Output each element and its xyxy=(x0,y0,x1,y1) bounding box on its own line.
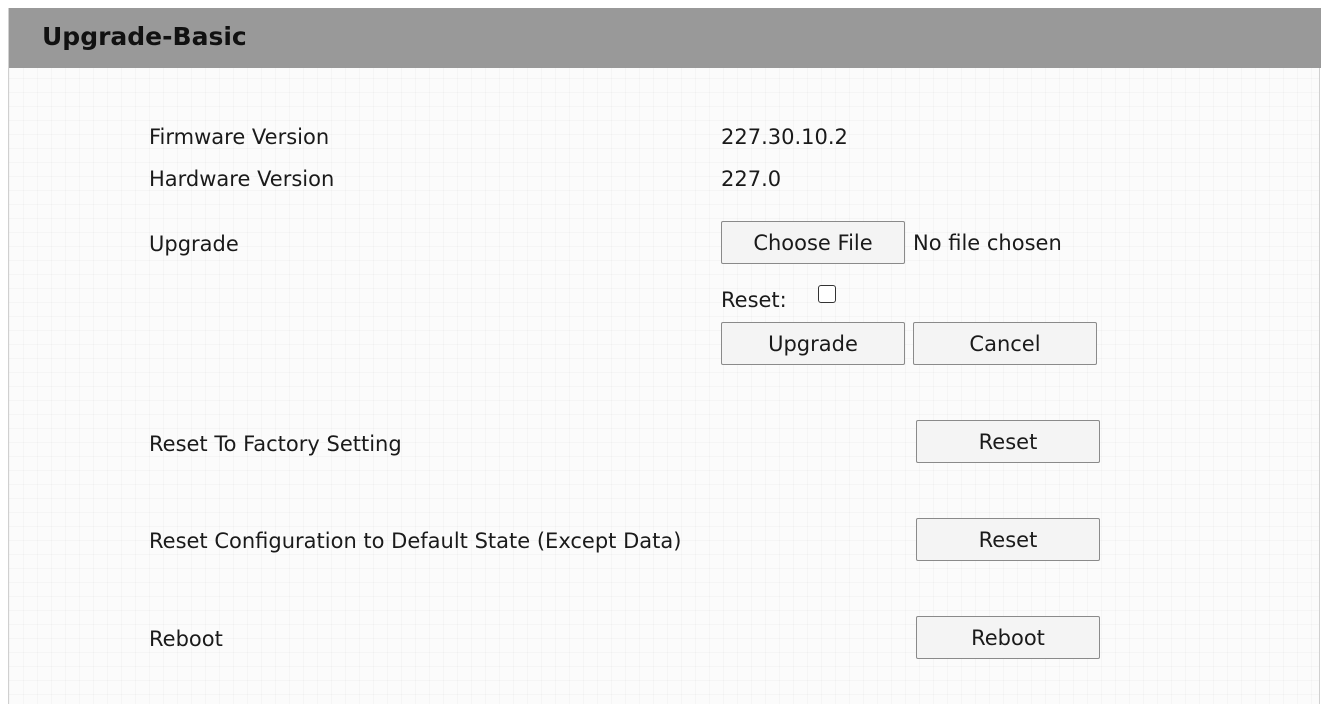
factory-reset-label: Reset To Factory Setting xyxy=(149,432,402,456)
config-reset-label: Reset Configuration to Default State (Ex… xyxy=(149,529,682,553)
page-title: Upgrade-Basic xyxy=(42,22,247,51)
firmware-version-value: 227.30.10.2 xyxy=(721,125,848,149)
reset-checkbox-label: Reset: xyxy=(721,288,787,312)
choose-file-button[interactable]: Choose File xyxy=(721,221,905,264)
upgrade-label: Upgrade xyxy=(149,232,239,256)
config-reset-button[interactable]: Reset xyxy=(916,518,1100,561)
reset-checkbox[interactable] xyxy=(818,285,836,303)
upgrade-basic-panel: Upgrade-Basic Firmware Version 227.30.10… xyxy=(8,8,1321,704)
upgrade-button[interactable]: Upgrade xyxy=(721,322,905,365)
firmware-version-label: Firmware Version xyxy=(149,125,330,149)
file-status-text: No file chosen xyxy=(913,231,1062,255)
hardware-version-label: Hardware Version xyxy=(149,167,335,191)
reboot-button[interactable]: Reboot xyxy=(916,616,1100,659)
cancel-button[interactable]: Cancel xyxy=(913,322,1097,365)
reboot-label: Reboot xyxy=(149,627,223,651)
factory-reset-button[interactable]: Reset xyxy=(916,420,1100,463)
section-header: Upgrade-Basic xyxy=(9,8,1321,68)
hardware-version-value: 227.0 xyxy=(721,167,782,191)
